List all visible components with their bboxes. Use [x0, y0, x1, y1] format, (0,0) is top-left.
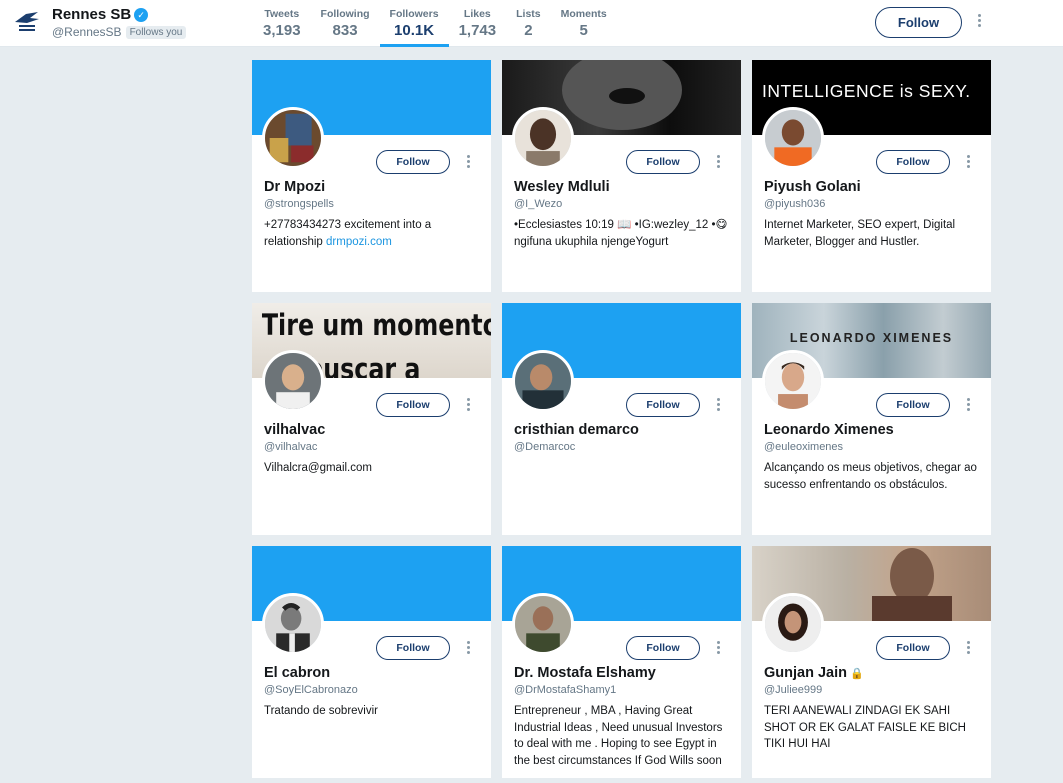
avatar[interactable]: [512, 593, 574, 655]
user-card[interactable]: Follow Dr Mpozi @strongspells +277834342…: [252, 60, 491, 292]
lock-icon: 🔒: [850, 668, 864, 680]
follows-you-badge: Follows you: [125, 25, 187, 39]
more-options-icon[interactable]: [714, 641, 722, 655]
follow-button[interactable]: Follow: [876, 393, 950, 417]
stat-label: Following: [320, 8, 370, 20]
more-options-icon[interactable]: [464, 398, 472, 412]
avatar[interactable]: [762, 350, 824, 412]
follow-button[interactable]: Follow: [376, 150, 450, 174]
user-bio: Alcançando os meus objetivos, chegar ao …: [764, 462, 977, 491]
user-name[interactable]: Leonardo Ximenes: [764, 422, 894, 438]
user-card[interactable]: Follow El cabron @SoyElCabronazo Tratand…: [252, 546, 491, 778]
avatar[interactable]: [762, 593, 824, 655]
verified-badge-icon: ✓: [134, 8, 149, 22]
user-handle[interactable]: @DrMostafaShamy1: [514, 684, 616, 696]
more-options-icon[interactable]: [974, 14, 984, 32]
stat-value: 1,743: [458, 22, 497, 39]
avatar[interactable]: [512, 107, 574, 169]
user-name[interactable]: Gunjan Jain 🔒: [764, 665, 864, 681]
stat-value: 10.1K: [394, 22, 435, 39]
follow-button[interactable]: Follow: [626, 150, 700, 174]
stat-value: 3,193: [263, 22, 301, 39]
user-bio: +27783434273 excitement into a relations…: [264, 217, 482, 250]
stat-followers[interactable]: Followers 10.1K: [379, 0, 449, 47]
stat-value: 2: [524, 22, 533, 39]
more-options-icon[interactable]: [714, 155, 722, 169]
avatar[interactable]: [512, 350, 574, 412]
stat-label: Likes: [463, 8, 491, 20]
user-name[interactable]: El cabron: [264, 665, 330, 681]
stat-label: Followers: [389, 8, 439, 20]
follow-button[interactable]: Follow: [876, 150, 950, 174]
stat-likes[interactable]: Likes 1,743: [449, 0, 507, 47]
more-options-icon[interactable]: [964, 155, 972, 169]
stat-label: Tweets: [264, 8, 300, 20]
follow-button[interactable]: Follow: [626, 636, 700, 660]
more-options-icon[interactable]: [964, 398, 972, 412]
user-bio: Vilhalcra@gmail.com: [264, 462, 372, 474]
stat-tweets[interactable]: Tweets 3,193: [253, 0, 311, 47]
user-handle[interactable]: @strongspells: [264, 198, 334, 210]
user-name[interactable]: Piyush Golani: [764, 179, 861, 195]
profile-stats: Tweets 3,193 Following 833 Followers 10.…: [253, 0, 617, 47]
profile-handle[interactable]: @RennesSB: [52, 25, 122, 39]
rennes-logo-icon: [15, 12, 39, 31]
user-name[interactable]: vilhalvac: [264, 422, 325, 438]
user-card[interactable]: Tire um momento ra buscar a Follow vilha…: [252, 303, 491, 535]
more-options-icon[interactable]: [464, 155, 472, 169]
follow-button[interactable]: Follow: [626, 393, 700, 417]
user-bio: •Ecclesiastes 10:19 📖 •IG:wezley_12 •😋 n…: [514, 219, 728, 248]
user-handle[interactable]: @euleoximenes: [764, 441, 843, 453]
avatar[interactable]: [762, 107, 824, 169]
profile-mini[interactable]: Rennes SB ✓ @RennesSB Follows you: [12, 6, 187, 39]
user-handle[interactable]: @vilhalvac: [264, 441, 317, 453]
user-card[interactable]: LEONARDO XIMENES Follow Leonardo Ximenes…: [752, 303, 991, 535]
user-bio: Internet Marketer, SEO expert, Digital M…: [764, 219, 956, 248]
user-handle[interactable]: @piyush036: [764, 198, 825, 210]
follow-button[interactable]: Follow: [376, 393, 450, 417]
follow-profile-button[interactable]: Follow: [875, 7, 962, 38]
profile-name[interactable]: Rennes SB: [52, 6, 131, 24]
stat-following[interactable]: Following 833: [311, 0, 380, 47]
user-card[interactable]: Follow Wesley Mdluli @I_Wezo •Ecclesiast…: [502, 60, 741, 292]
follow-button[interactable]: Follow: [876, 636, 950, 660]
user-name[interactable]: Dr. Mostafa Elshamy: [514, 665, 656, 681]
user-handle[interactable]: @SoyElCabronazo: [264, 684, 358, 696]
avatar[interactable]: [262, 107, 324, 169]
profile-nav-bar: Rennes SB ✓ @RennesSB Follows you Tweets…: [0, 0, 1063, 47]
user-bio: TERI AANEWALI ZINDAGI EK SAHI SHOT OR EK…: [764, 705, 966, 750]
avatar[interactable]: [262, 350, 324, 412]
more-options-icon[interactable]: [464, 641, 472, 655]
user-handle[interactable]: @I_Wezo: [514, 198, 562, 210]
avatar[interactable]: [262, 593, 324, 655]
user-card[interactable]: INTELLIGENCE is SEXY. Follow Piyush Gola…: [752, 60, 991, 292]
follow-button[interactable]: Follow: [376, 636, 450, 660]
user-handle[interactable]: @Demarcoc: [514, 441, 575, 453]
stat-label: Lists: [516, 8, 541, 20]
user-name[interactable]: Dr Mpozi: [264, 179, 325, 195]
user-handle[interactable]: @Juliee999: [764, 684, 822, 696]
user-bio: Tratando de sobrevivir: [264, 705, 378, 717]
stat-moments[interactable]: Moments 5: [551, 0, 617, 47]
stat-value: 5: [579, 22, 588, 39]
more-options-icon[interactable]: [964, 641, 972, 655]
user-name[interactable]: cristhian demarco: [514, 422, 639, 438]
user-card[interactable]: Follow cristhian demarco @Demarcoc: [502, 303, 741, 535]
stat-label: Moments: [560, 8, 607, 20]
user-card[interactable]: Follow Gunjan Jain 🔒 @Juliee999 TERI AANE…: [752, 546, 991, 778]
user-name-text: Gunjan Jain: [764, 665, 847, 681]
stat-lists[interactable]: Lists 2: [506, 0, 551, 47]
user-bio: Entrepreneur , MBA , Having Great Indust…: [514, 705, 723, 767]
more-options-icon[interactable]: [714, 398, 722, 412]
user-name[interactable]: Wesley Mdluli: [514, 179, 610, 195]
user-card[interactable]: Follow Dr. Mostafa Elshamy @DrMostafaSha…: [502, 546, 741, 778]
bio-link[interactable]: drmpozi.com: [326, 236, 392, 248]
stat-value: 833: [332, 22, 358, 39]
